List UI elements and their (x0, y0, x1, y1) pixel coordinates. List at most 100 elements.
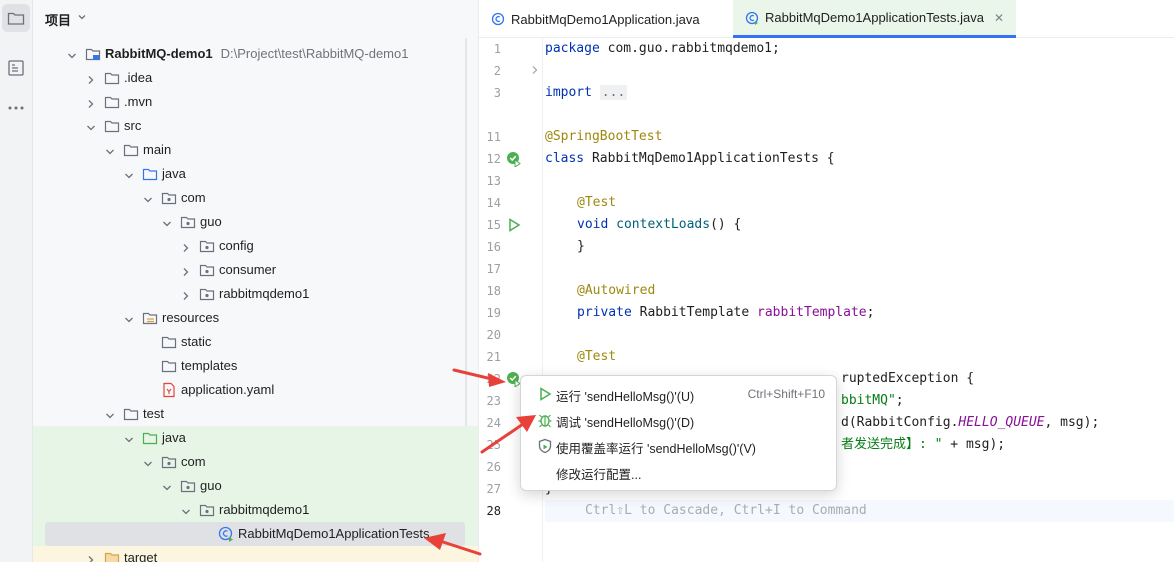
tab-application[interactable]: RabbitMqDemo1Application.java (491, 0, 700, 38)
chevron-right-icon[interactable] (181, 289, 191, 300)
structure-icon[interactable] (2, 54, 30, 82)
code-line: class RabbitMqDemo1ApplicationTests { (545, 148, 1174, 170)
close-icon[interactable]: ✕ (994, 11, 1004, 25)
tree-item[interactable]: config (33, 234, 478, 258)
chevron-down-icon[interactable] (105, 409, 115, 419)
chevron-down-icon[interactable] (67, 49, 77, 59)
tree-item-label: guo (200, 214, 222, 229)
tree-item[interactable]: java (33, 426, 478, 450)
code-token: @Autowired (577, 283, 656, 298)
tree-item-name: test (143, 406, 164, 421)
line-number: 17 (486, 262, 501, 276)
fold-chevron-icon[interactable] (531, 65, 539, 75)
chevron-down-icon[interactable] (86, 121, 96, 131)
package-icon (199, 286, 215, 302)
tree-item[interactable]: src (33, 114, 478, 138)
run-test-icon[interactable] (507, 218, 521, 232)
tree-item[interactable]: templates (33, 354, 478, 378)
tree-item-name: java (162, 166, 186, 181)
chevron-down-icon[interactable] (143, 193, 153, 203)
tree-item[interactable]: RabbitMqDemo1ApplicationTests (33, 522, 478, 546)
package-icon (199, 238, 215, 254)
tree-item-name: RabbitMqDemo1ApplicationTests (238, 526, 430, 541)
code-token: @SpringBootTest (545, 129, 663, 144)
tree-item-label: RabbitMQ-demo1 D:\Project\test\RabbitMQ-d… (105, 46, 408, 61)
tree-item-label: config (219, 238, 254, 253)
chevron-down-icon[interactable] (105, 145, 115, 155)
line-number: 1 (493, 42, 501, 56)
code-token: class (545, 151, 585, 166)
chevron-down-icon[interactable] (162, 481, 172, 491)
menu-item-coverage[interactable]: 使用覆盖率运行 'sendHelloMsg()'(V) (529, 434, 829, 458)
menu-item-modify-config[interactable]: 修改运行配置... (529, 460, 829, 484)
menu-item-label: 使用覆盖率运行 'sendHelloMsg()'(V) (556, 442, 756, 456)
tree-item[interactable]: com (33, 450, 478, 474)
more-tools-icon[interactable] (2, 94, 30, 122)
tree-item[interactable]: rabbitmqdemo1 (33, 498, 478, 522)
tree-item[interactable]: guo (33, 210, 478, 234)
package-icon (161, 190, 177, 206)
tree-item-label: templates (181, 358, 237, 373)
menu-item-debug[interactable]: 调试 'sendHelloMsg()'(D) (529, 408, 829, 432)
tree-item-label: test (143, 406, 164, 421)
tree-item[interactable]: RabbitMQ-demo1 D:\Project\test\RabbitMQ-d… (33, 42, 478, 66)
tree-item[interactable]: guo (33, 474, 478, 498)
chevron-right-icon[interactable] (181, 241, 191, 252)
chevron-down-icon[interactable] (124, 433, 134, 443)
code-token: HELLO_QUEUE (958, 415, 1045, 430)
tree-item-name: RabbitMQ-demo1 (105, 46, 213, 61)
chevron-right-icon[interactable] (86, 553, 96, 562)
tree-item-name: guo (200, 478, 222, 493)
tree-item[interactable]: target (33, 546, 478, 562)
folder-icon (161, 334, 177, 350)
java-class-icon (491, 12, 505, 26)
line-number: 16 (486, 240, 501, 254)
tree-item-label: target (124, 550, 157, 562)
tree-item[interactable]: com (33, 186, 478, 210)
folder-icon (104, 94, 120, 110)
tree-item[interactable]: .mvn (33, 90, 478, 114)
tree-item[interactable]: test (33, 402, 478, 426)
line-number: 2 (493, 64, 501, 78)
run-test-class-icon[interactable] (506, 151, 522, 167)
code-line: private RabbitTemplate rabbitTemplate; (545, 302, 1174, 324)
chevron-down-icon[interactable] (162, 217, 172, 227)
chevron-down-icon[interactable] (77, 12, 87, 22)
tree-item-name: target (124, 550, 158, 562)
tree-item[interactable]: .idea (33, 66, 478, 90)
tree-item-label: guo (200, 478, 222, 493)
code-line: } (545, 236, 1174, 258)
tree-item[interactable]: java (33, 162, 478, 186)
tree-item[interactable]: main (33, 138, 478, 162)
tab-label: RabbitMqDemo1ApplicationTests.java (765, 10, 984, 25)
folded-imports[interactable]: ... (599, 85, 628, 100)
tab-application-tests[interactable]: RabbitMqDemo1ApplicationTests.java ✕ (733, 0, 1017, 38)
chevron-down-icon[interactable] (124, 169, 134, 179)
project-folder-icon[interactable] (2, 4, 30, 32)
menu-item-run[interactable]: 运行 'sendHelloMsg()'(U) Ctrl+Shift+F10 (529, 382, 829, 406)
code-token: import (545, 85, 592, 100)
chevron-right-icon[interactable] (86, 73, 96, 84)
tree-item-label: resources (162, 310, 219, 325)
tree-item-path: D:\Project\test\RabbitMQ-demo1 (220, 46, 409, 61)
panel-title[interactable]: 项目 (45, 10, 71, 29)
tree-item[interactable]: static (33, 330, 478, 354)
code-line: @Test (545, 192, 1174, 214)
tree-item[interactable]: resources (33, 306, 478, 330)
chevron-down-icon[interactable] (143, 457, 153, 467)
tree-item-label: com (181, 454, 206, 469)
chevron-down-icon[interactable] (124, 313, 134, 323)
code-token: com.guo.rabbitmqdemo1; (599, 41, 780, 56)
test-folder-icon (142, 430, 158, 446)
code-token: ; (895, 393, 904, 408)
tree-item[interactable]: consumer (33, 258, 478, 282)
chevron-down-icon[interactable] (181, 505, 191, 515)
tab-label: RabbitMqDemo1Application.java (511, 11, 700, 27)
code-token: contextLoads (616, 217, 711, 232)
tree-item[interactable]: rabbitmqdemo1 (33, 282, 478, 306)
tree-item[interactable]: application.yaml (33, 378, 478, 402)
chevron-right-icon[interactable] (86, 97, 96, 108)
tree-item-name: consumer (219, 262, 277, 277)
run-icon (540, 387, 552, 401)
chevron-right-icon[interactable] (181, 265, 191, 276)
